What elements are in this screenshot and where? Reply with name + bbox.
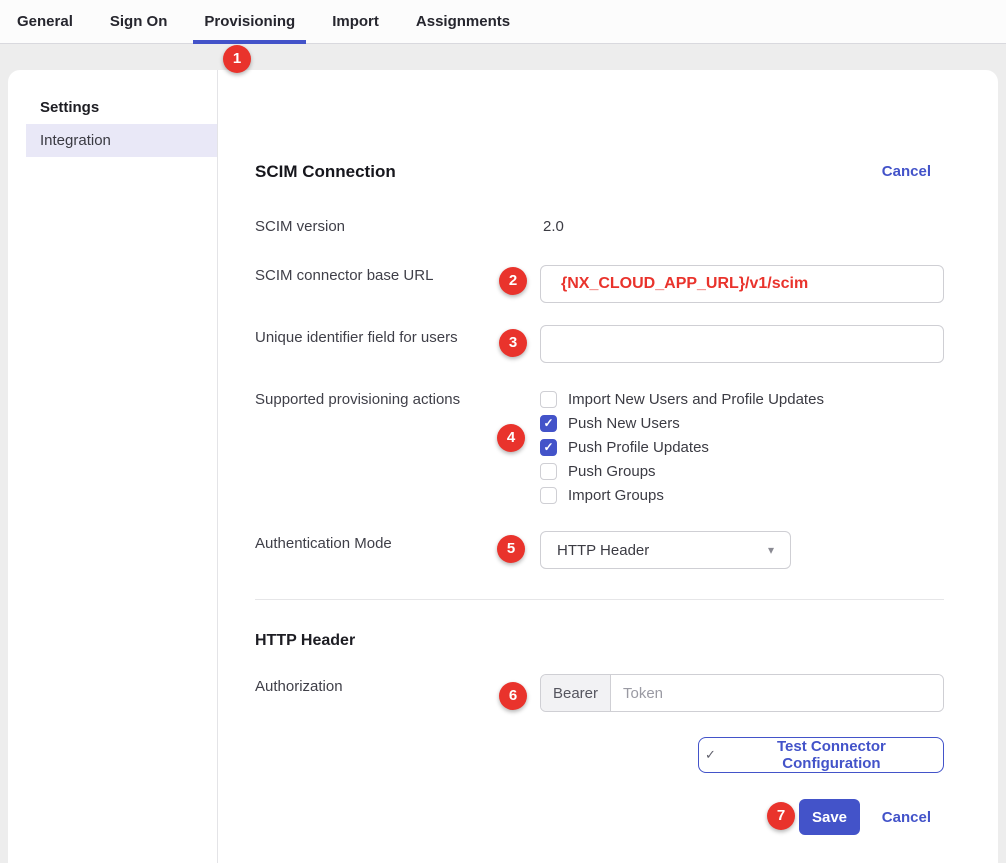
provisioning-actions-list: Import New Users and Profile Updates ✓ Pus…: [540, 387, 824, 507]
page-title: SCIM Connection: [255, 161, 396, 183]
unique-identifier-input[interactable]: [540, 325, 944, 363]
sidebar: Settings Integration: [8, 70, 218, 863]
tab-provisioning[interactable]: Provisioning: [193, 0, 306, 43]
provisioning-action-row: Import New Users and Profile Updates: [540, 387, 824, 411]
checkbox-checked[interactable]: ✓: [540, 439, 557, 456]
http-header-section-title: HTTP Header: [255, 631, 355, 651]
test-connector-configuration-button[interactable]: ✓ Test Connector Configuration: [698, 737, 944, 773]
provisioning-action-row: ✓ Push Profile Updates: [540, 435, 824, 459]
authentication-mode-select[interactable]: HTTP Header ▾: [540, 531, 791, 569]
checkbox-unchecked[interactable]: [540, 391, 557, 408]
checkbox-unchecked[interactable]: [540, 487, 557, 504]
bearer-prefix: Bearer: [541, 675, 611, 711]
scim-version-value: 2.0: [543, 218, 564, 236]
check-icon: ✓: [543, 417, 553, 429]
authorization-input-group: Bearer: [540, 674, 944, 712]
check-icon: ✓: [543, 441, 553, 453]
annotation-badge-4: 4: [497, 424, 525, 452]
checkbox-label: Import New Users and Profile Updates: [568, 391, 824, 408]
tab-bar: General Sign On Provisioning Import Assi…: [0, 0, 1006, 44]
base-url-input[interactable]: [540, 265, 944, 303]
tab-sign-on[interactable]: Sign On: [99, 0, 179, 43]
annotation-badge-2: 2: [499, 267, 527, 295]
unique-identifier-label: Unique identifier field for users: [255, 329, 458, 347]
tab-assignments[interactable]: Assignments: [405, 0, 521, 43]
authentication-mode-label: Authentication Mode: [255, 535, 392, 553]
cancel-link-bottom[interactable]: Cancel: [882, 809, 931, 827]
checkbox-label: Push Profile Updates: [568, 439, 709, 456]
annotation-badge-3: 3: [499, 329, 527, 357]
authorization-label: Authorization: [255, 678, 343, 696]
chevron-down-icon: ▾: [768, 543, 774, 557]
tab-general[interactable]: General: [6, 0, 84, 43]
provisioning-action-row: ✓ Push New Users: [540, 411, 824, 435]
provisioning-action-row: Push Groups: [540, 459, 824, 483]
annotation-badge-6: 6: [499, 682, 527, 710]
annotation-badge-5: 5: [497, 535, 525, 563]
token-input[interactable]: [611, 675, 943, 711]
page: General Sign On Provisioning Import Assi…: [0, 0, 1006, 863]
tab-import[interactable]: Import: [321, 0, 390, 43]
checkbox-label: Push Groups: [568, 463, 656, 480]
annotation-badge-7: 7: [767, 802, 795, 830]
test-connector-configuration-label: Test Connector Configuration: [726, 738, 937, 772]
annotation-badge-1: 1: [223, 45, 251, 73]
main-panel: Settings Integration SCIM Connection Can…: [8, 70, 998, 863]
provisioning-actions-label: Supported provisioning actions: [255, 391, 460, 409]
sidebar-item-integration[interactable]: Integration: [26, 124, 217, 157]
check-icon: ✓: [705, 747, 716, 763]
save-button[interactable]: Save: [799, 799, 860, 835]
provisioning-action-row: Import Groups: [540, 483, 824, 507]
checkbox-label: Import Groups: [568, 487, 664, 504]
checkbox-label: Push New Users: [568, 415, 680, 432]
base-url-label: SCIM connector base URL: [255, 267, 433, 285]
cancel-link-top[interactable]: Cancel: [882, 164, 931, 180]
section-divider: [255, 599, 944, 600]
authentication-mode-value: HTTP Header: [557, 542, 649, 559]
sidebar-heading-settings: Settings: [40, 98, 99, 118]
scim-version-label: SCIM version: [255, 218, 345, 236]
checkbox-unchecked[interactable]: [540, 463, 557, 480]
checkbox-checked[interactable]: ✓: [540, 415, 557, 432]
